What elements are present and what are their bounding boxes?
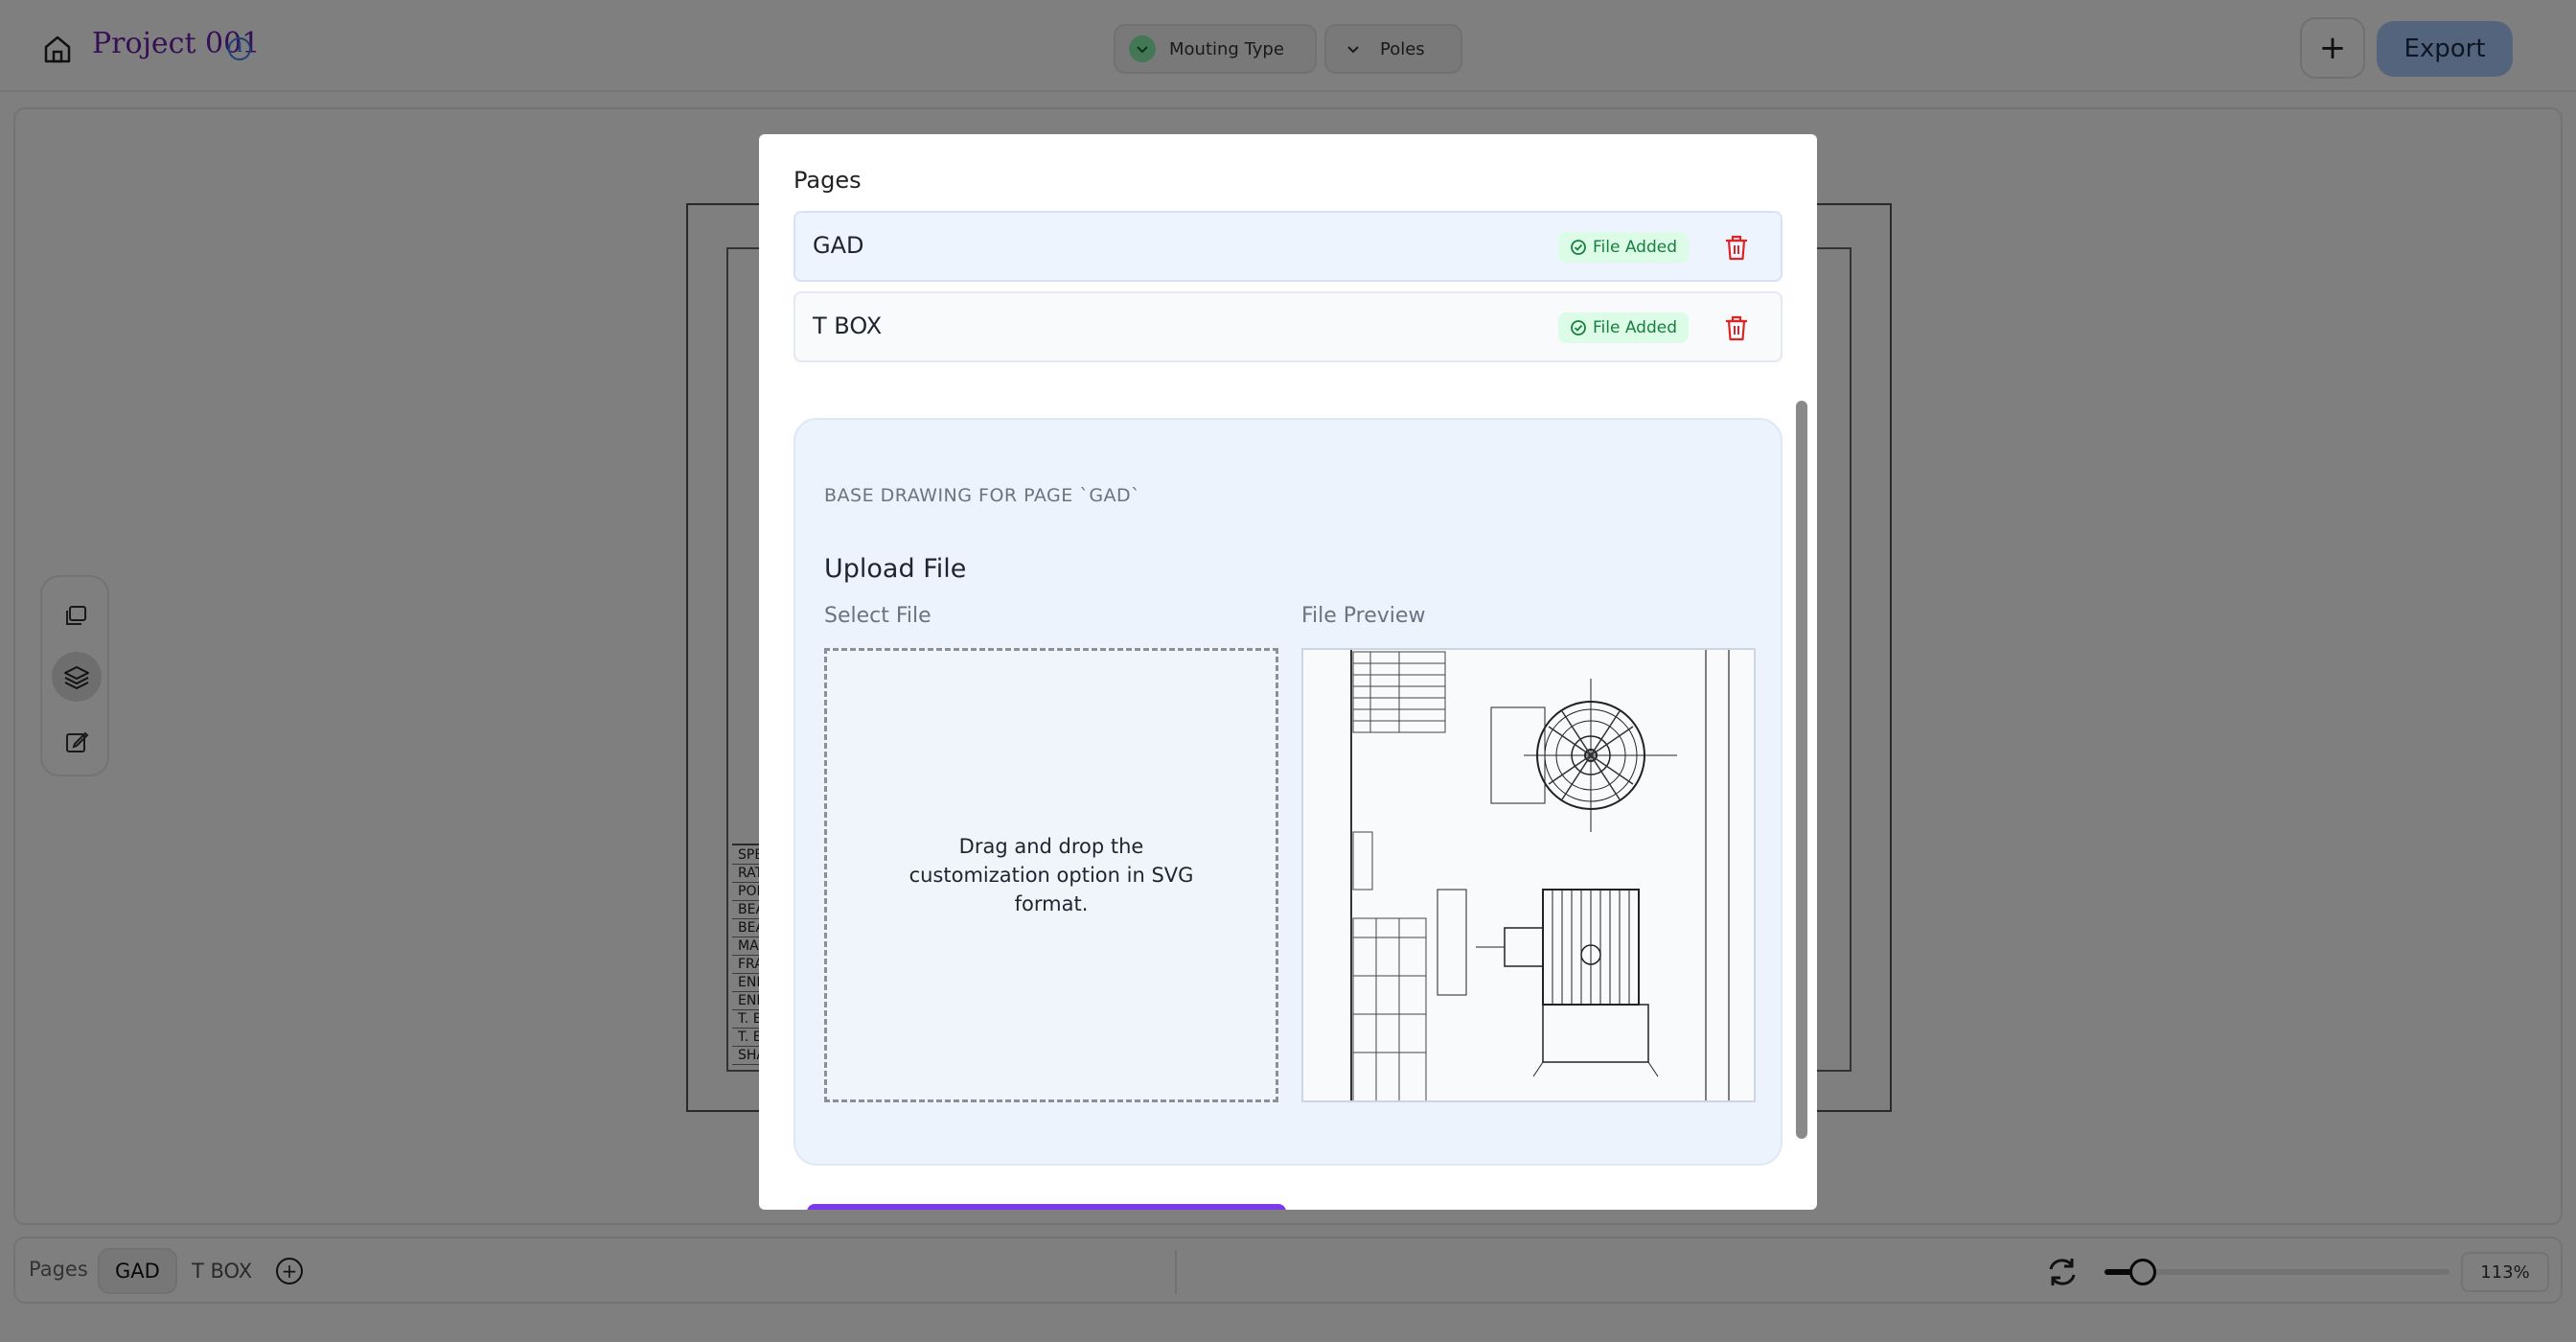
check-circle-icon [1571,240,1586,255]
select-file-label: Select File [824,604,932,628]
pages-modal: Pages GAD File Added T BOX File Added BA… [759,134,1817,1210]
check-circle-icon [1571,320,1586,336]
dropzone-text: Drag and drop the customization option i… [908,835,1194,915]
section-title: BASE DRAWING FOR PAGE `GAD` [824,485,1141,506]
status-text: File Added [1593,238,1678,257]
modal-scrollbar[interactable] [1796,401,1807,1139]
page-name: GAD [813,232,864,259]
base-drawing-section: BASE DRAWING FOR PAGE `GAD` Upload File … [794,418,1782,1166]
file-dropzone[interactable]: Drag and drop the customization option i… [824,648,1278,1102]
status-badge: File Added [1558,312,1690,343]
modal-title: Pages [794,167,862,194]
submit-button[interactable] [807,1204,1286,1210]
page-row-gad[interactable]: GAD File Added [794,211,1782,282]
page-name: T BOX [813,312,883,339]
file-preview-label: File Preview [1301,604,1426,628]
status-text: File Added [1593,318,1678,337]
trash-icon[interactable] [1723,312,1750,343]
status-badge: File Added [1558,232,1690,263]
file-preview-image [1301,648,1756,1102]
upload-title: Upload File [824,554,967,584]
trash-icon[interactable] [1723,232,1750,263]
page-row-tbox[interactable]: T BOX File Added [794,291,1782,362]
